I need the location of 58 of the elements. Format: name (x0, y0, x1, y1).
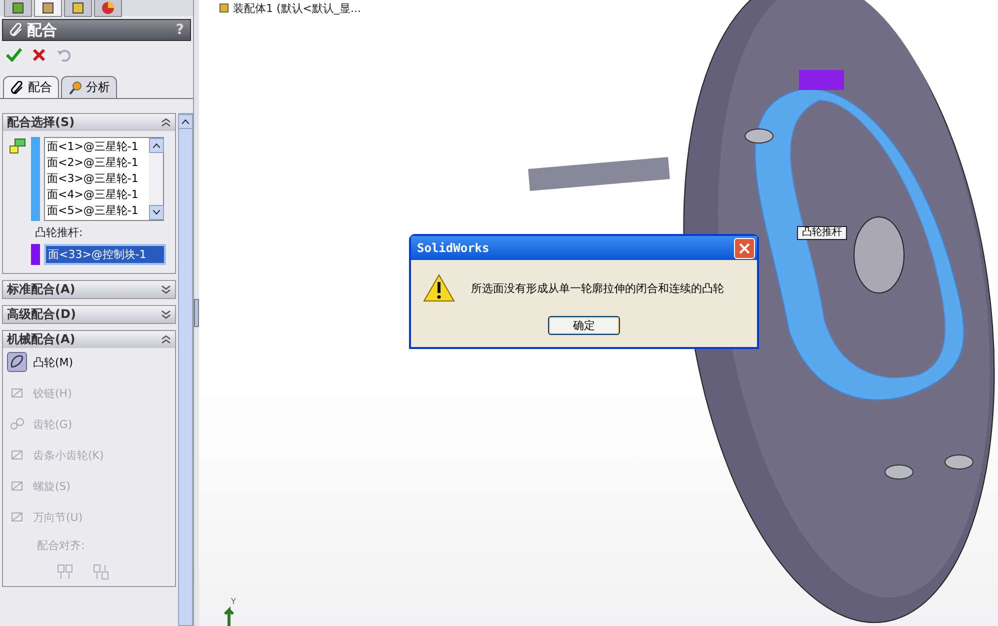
tab[interactable]: 分析 (61, 76, 117, 98)
caret-up-icon (182, 119, 189, 124)
scroll-down-button[interactable] (149, 205, 164, 220)
align-icon[interactable] (57, 564, 73, 580)
panel-tab[interactable] (4, 0, 32, 17)
undo-icon[interactable] (56, 48, 72, 62)
scrollbar[interactable] (178, 113, 193, 626)
dialog-title: SolidWorks (417, 241, 490, 255)
list-item[interactable]: 面<2>@三星轮-1 (47, 155, 147, 171)
section-header[interactable]: 机械配合(A) (3, 331, 175, 348)
list-item[interactable]: 面<1>@三星轮-1 (47, 139, 147, 155)
scroll-up-button[interactable] (149, 138, 164, 153)
panel-tab[interactable] (34, 0, 62, 17)
paperclip-icon (10, 80, 24, 94)
section-title: 标准配合(A) (7, 281, 76, 298)
tree-item[interactable]: 装配体1 (默认<默认_显... (233, 2, 361, 14)
section-header[interactable]: 高级配合(D) (3, 306, 175, 323)
dialog-message: 所选面没有形成从单一轮廓拉伸的闭合和连续的凸轮 (471, 280, 724, 296)
paperclip-icon (9, 23, 23, 37)
list-item[interactable]: 面<5>@三星轮-1 (47, 203, 147, 219)
cam-icon (9, 354, 25, 370)
callout-label: 凸轮推杆 (797, 226, 847, 240)
field-label: 凸轮推杆: (34, 225, 84, 240)
color-wheel-icon (101, 1, 115, 15)
close-icon[interactable] (32, 48, 46, 62)
anti-align-icon[interactable] (93, 564, 109, 580)
mate-selection-icon (9, 137, 27, 155)
scroll-up-button[interactable] (178, 114, 193, 129)
section-title: 机械配合(A) (7, 331, 76, 348)
selection-list[interactable]: 面<1>@三星轮-1 面<2>@三星轮-1 面<3>@三星轮-1 面<4>@三星轮-1 面<5>@三星轮-1 (44, 137, 164, 221)
collapse-chevron-icon (161, 118, 171, 127)
expand-chevron-icon (161, 310, 171, 319)
expand-chevron-icon (161, 285, 171, 294)
mate-type-option[interactable]: 凸轮(M) (7, 352, 171, 372)
field-label: 配合对齐: (36, 538, 86, 553)
close-icon (739, 242, 750, 254)
list-item[interactable]: 面<4>@三星轮-1 (47, 187, 147, 203)
axis-triad-icon (224, 606, 234, 626)
caret-up-icon (153, 143, 160, 148)
section-title: 配合选择(S) (7, 114, 75, 131)
warning-icon (423, 274, 455, 302)
tab[interactable]: 配合 (3, 76, 59, 98)
input-field[interactable]: 面<33>@控制块-1 (44, 244, 166, 265)
section-title: 高级配合(D) (7, 306, 76, 323)
assembly-icon (219, 3, 229, 13)
ok-button[interactable]: 确定 (548, 316, 620, 335)
caret-down-icon (153, 210, 160, 215)
section-header[interactable]: 配合选择(S) (3, 114, 175, 131)
selection-color-bar (31, 244, 40, 265)
section-header[interactable]: 标准配合(A) (3, 281, 175, 298)
panel-title: 配合 (27, 20, 57, 40)
close-button[interactable] (734, 238, 755, 258)
list-item[interactable]: 面<3>@三星轮-1 (47, 171, 147, 187)
check-icon[interactable] (6, 48, 22, 62)
panel-tab[interactable] (64, 0, 92, 17)
collapse-chevron-icon (161, 335, 171, 344)
splitter-handle[interactable] (194, 299, 199, 327)
axis-label: Y (231, 597, 236, 606)
